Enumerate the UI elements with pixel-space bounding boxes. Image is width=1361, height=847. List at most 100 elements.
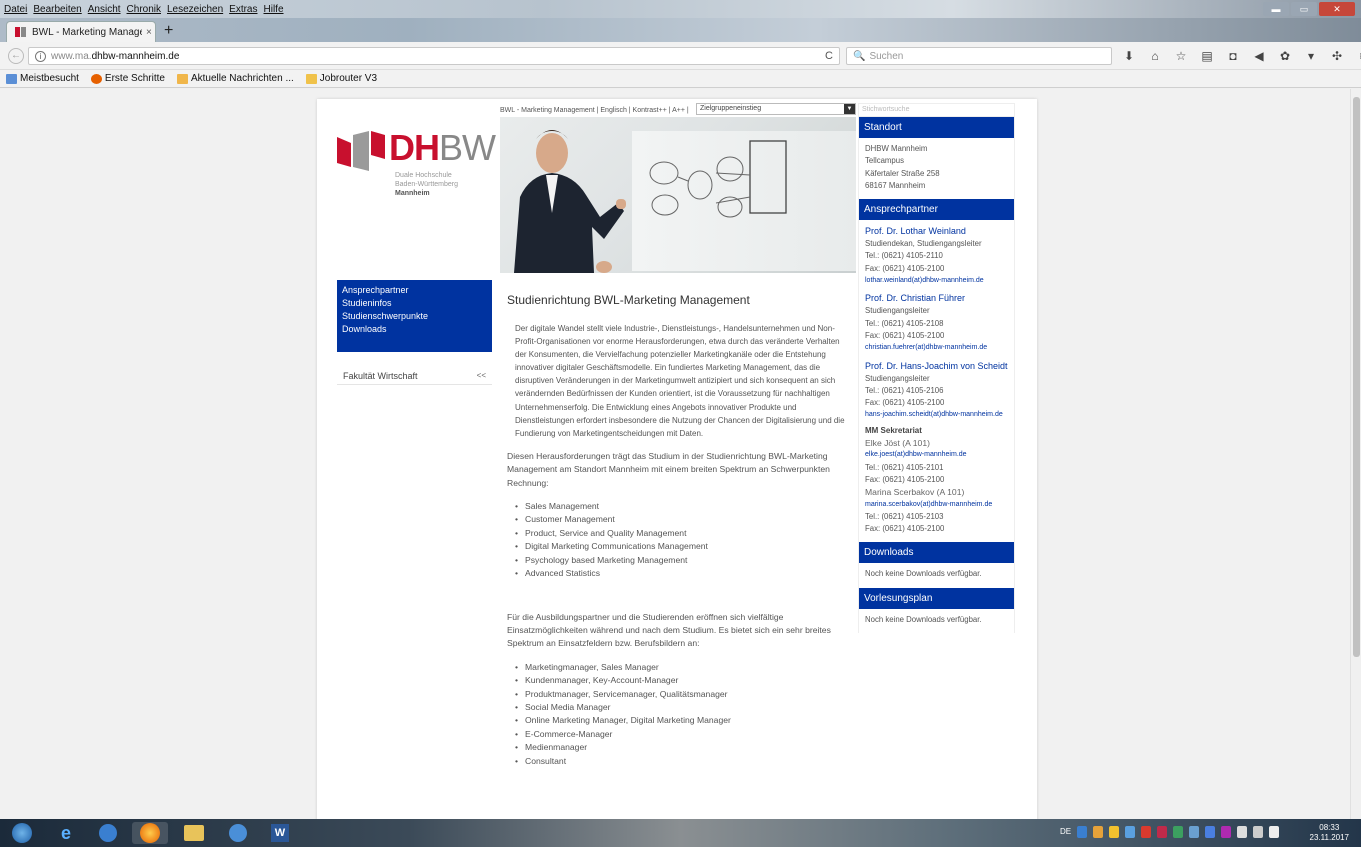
bookmark-folder-icon [305, 73, 317, 84]
tray-icon[interactable] [1189, 826, 1200, 838]
main-content: Studienrichtung BWL-Marketing Management… [507, 293, 847, 768]
tray-icon[interactable] [1173, 826, 1184, 838]
url-bar[interactable]: i www.ma.dhbw-mannheim.de C [28, 47, 840, 65]
menu-lesezeichen[interactable]: Lesezeichen [167, 4, 223, 15]
vertical-scrollbar[interactable] [1350, 89, 1361, 819]
extension-icon[interactable]: ✿ [1278, 49, 1292, 63]
logo-subtitle: Duale Hochschule Baden-Württemberg Mannh… [395, 171, 458, 198]
minimize-button[interactable]: ▬ [1263, 2, 1289, 16]
language-indicator[interactable]: DE [1060, 826, 1071, 838]
dhbw-logo[interactable]: DHBW Duale Hochschule Baden-Württemberg … [337, 128, 497, 208]
volume-icon[interactable] [1269, 826, 1280, 838]
system-clock[interactable]: 08:33 23.11.2017 [1310, 823, 1349, 843]
tray-icon[interactable] [1077, 826, 1088, 838]
contact-email-link[interactable]: christian.fuehrer(at)dhbw-mannheim.de [865, 342, 1008, 354]
clock-date: 23.11.2017 [1309, 833, 1349, 842]
file-explorer-icon[interactable] [176, 822, 212, 844]
word-icon[interactable]: W [262, 822, 298, 844]
standort-box: Standort DHBW Mannheim Tellcampus Käfert… [858, 117, 1015, 200]
meta-navigation[interactable]: BWL - Marketing Management | Englisch | … [500, 107, 689, 114]
home-icon[interactable]: ⌂ [1148, 49, 1162, 63]
dhbw-favicon-icon [15, 27, 27, 37]
browser-app-icon[interactable] [90, 822, 126, 844]
bookmarks-toolbar: Meistbesucht Erste Schritte Aktuelle Nac… [0, 70, 1361, 88]
target-group-select[interactable]: Zielgruppeneinstieg ▼ [696, 103, 856, 115]
site-info-icon[interactable]: i [35, 50, 46, 62]
bookmark-aktuelle-nachrichten[interactable]: Aktuelle Nachrichten ... [176, 73, 294, 84]
internet-explorer-icon[interactable]: e [48, 822, 84, 844]
tab-bar: BWL - Marketing Managem × + [0, 18, 1361, 42]
list-item: Customer Management [515, 513, 847, 527]
contact-name-link[interactable]: Prof. Dr. Lothar Weinland [865, 225, 1008, 238]
menu-chronik[interactable]: Chronik [127, 4, 161, 15]
browser-search-input[interactable]: 🔍 Suchen [846, 47, 1112, 65]
browser-tab-active[interactable]: BWL - Marketing Managem × [6, 21, 156, 42]
secretariat-name: Marina Scerbakov (A 101) [865, 487, 965, 498]
close-window-button[interactable]: ✕ [1319, 2, 1355, 16]
leftnav-item-studienschwerpunkte[interactable]: Studienschwerpunkte [342, 310, 487, 323]
career-paragraph: Für die Ausbildungspartner und die Studi… [507, 611, 831, 649]
download-icon[interactable]: ⬇ [1122, 49, 1136, 63]
leftnav-item-studieninfos[interactable]: Studieninfos [342, 297, 487, 310]
rss-folder-icon [176, 73, 188, 84]
tray-icon[interactable] [1125, 826, 1136, 838]
new-tab-button[interactable]: + [164, 22, 173, 40]
tray-icon[interactable] [1205, 826, 1216, 838]
contact-email-link[interactable]: hans-joachim.scheidt(at)dhbw-mannheim.de [865, 409, 1008, 421]
tab-title: BWL - Marketing Managem [32, 26, 142, 38]
secretariat-title: MM Sekretariat [865, 425, 922, 435]
bookmark-jobrouter[interactable]: Jobrouter V3 [305, 73, 377, 84]
toolbar-icons: ⬇ ⌂ ☆ ▤ ◘ ◀ ✿ ▾ ✣ ≡ [1122, 49, 1361, 63]
menu-datei[interactable]: Datei [4, 4, 27, 15]
flag-icon[interactable] [1237, 826, 1248, 838]
tray-icon[interactable] [1157, 826, 1168, 838]
start-button[interactable] [4, 822, 40, 844]
firefox-taskbar-icon[interactable] [132, 822, 168, 844]
tray-icon[interactable] [1109, 826, 1120, 838]
send-icon[interactable]: ◀ [1252, 49, 1266, 63]
contact-name-link[interactable]: Prof. Dr. Christian Führer [865, 292, 1008, 305]
window-controls: ▬ ▭ ✕ [1263, 2, 1355, 16]
site-search-input[interactable]: Stichwortsuche [858, 103, 1015, 117]
clock-time: 08:33 [1319, 823, 1340, 832]
network-icon[interactable] [1253, 826, 1264, 838]
secretariat-email-link[interactable]: elke.joest(at)dhbw-mannheim.de [865, 449, 1008, 461]
bookmark-star-icon[interactable]: ☆ [1174, 49, 1188, 63]
leftnav-item-ansprechpartner[interactable]: Ansprechpartner [342, 284, 487, 297]
menu-hilfe[interactable]: Hilfe [264, 4, 284, 15]
maximize-button[interactable]: ▭ [1291, 2, 1317, 16]
tray-icon[interactable] [1141, 826, 1152, 838]
bookmark-erste-schritte[interactable]: Erste Schritte [90, 73, 165, 84]
menu-bearbeiten[interactable]: Bearbeiten [33, 4, 81, 15]
reload-icon[interactable]: C [825, 50, 833, 62]
bookmark-meistbesucht[interactable]: Meistbesucht [6, 73, 79, 84]
list-item: Product, Service and Quality Management [515, 527, 847, 541]
list-item: E-Commerce-Manager [515, 728, 847, 742]
tray-icon[interactable] [1093, 826, 1104, 838]
tray-icon[interactable] [1221, 826, 1232, 838]
faculty-link[interactable]: Fakultät Wirtschaft << [337, 367, 492, 385]
site-top-nav: BWL - Marketing Management | Englisch | … [500, 103, 856, 117]
contact-fax: Fax: (0621) 4105-2100 [865, 398, 945, 408]
contact-name-link[interactable]: Prof. Dr. Hans-Joachim von Scheidt [865, 360, 1008, 373]
leftnav-item-downloads[interactable]: Downloads [342, 323, 487, 336]
dropdown-icon[interactable]: ▾ [1304, 49, 1318, 63]
lecture-plan-empty-text: Noch keine Downloads verfügbar. [865, 614, 982, 624]
app-taskbar-icon[interactable] [220, 822, 256, 844]
menu-ansicht[interactable]: Ansicht [88, 4, 121, 15]
tab-close-icon[interactable]: × [146, 27, 152, 38]
library-icon[interactable]: ▤ [1200, 49, 1214, 63]
secretariat-email-link[interactable]: marina.scerbakov(at)dhbw-mannheim.de [865, 499, 1008, 511]
scrollbar-thumb[interactable] [1353, 97, 1360, 657]
menu-bar: Datei Bearbeiten Ansicht Chronik Lesezei… [0, 0, 1361, 18]
dhbw-logo-mark-icon [337, 131, 385, 171]
collapse-button[interactable]: << [477, 371, 486, 380]
menu-extras[interactable]: Extras [229, 4, 257, 15]
contact-email-link[interactable]: lothar.weinland(at)dhbw-mannheim.de [865, 275, 1008, 287]
puzzle-icon[interactable]: ✣ [1330, 49, 1344, 63]
pocket-icon[interactable]: ◘ [1226, 49, 1240, 63]
whiteboard [632, 131, 856, 271]
hamburger-menu-icon[interactable]: ≡ [1356, 49, 1361, 63]
standort-header: Standort [859, 117, 1014, 138]
back-arrow-icon[interactable]: ← [8, 48, 24, 64]
